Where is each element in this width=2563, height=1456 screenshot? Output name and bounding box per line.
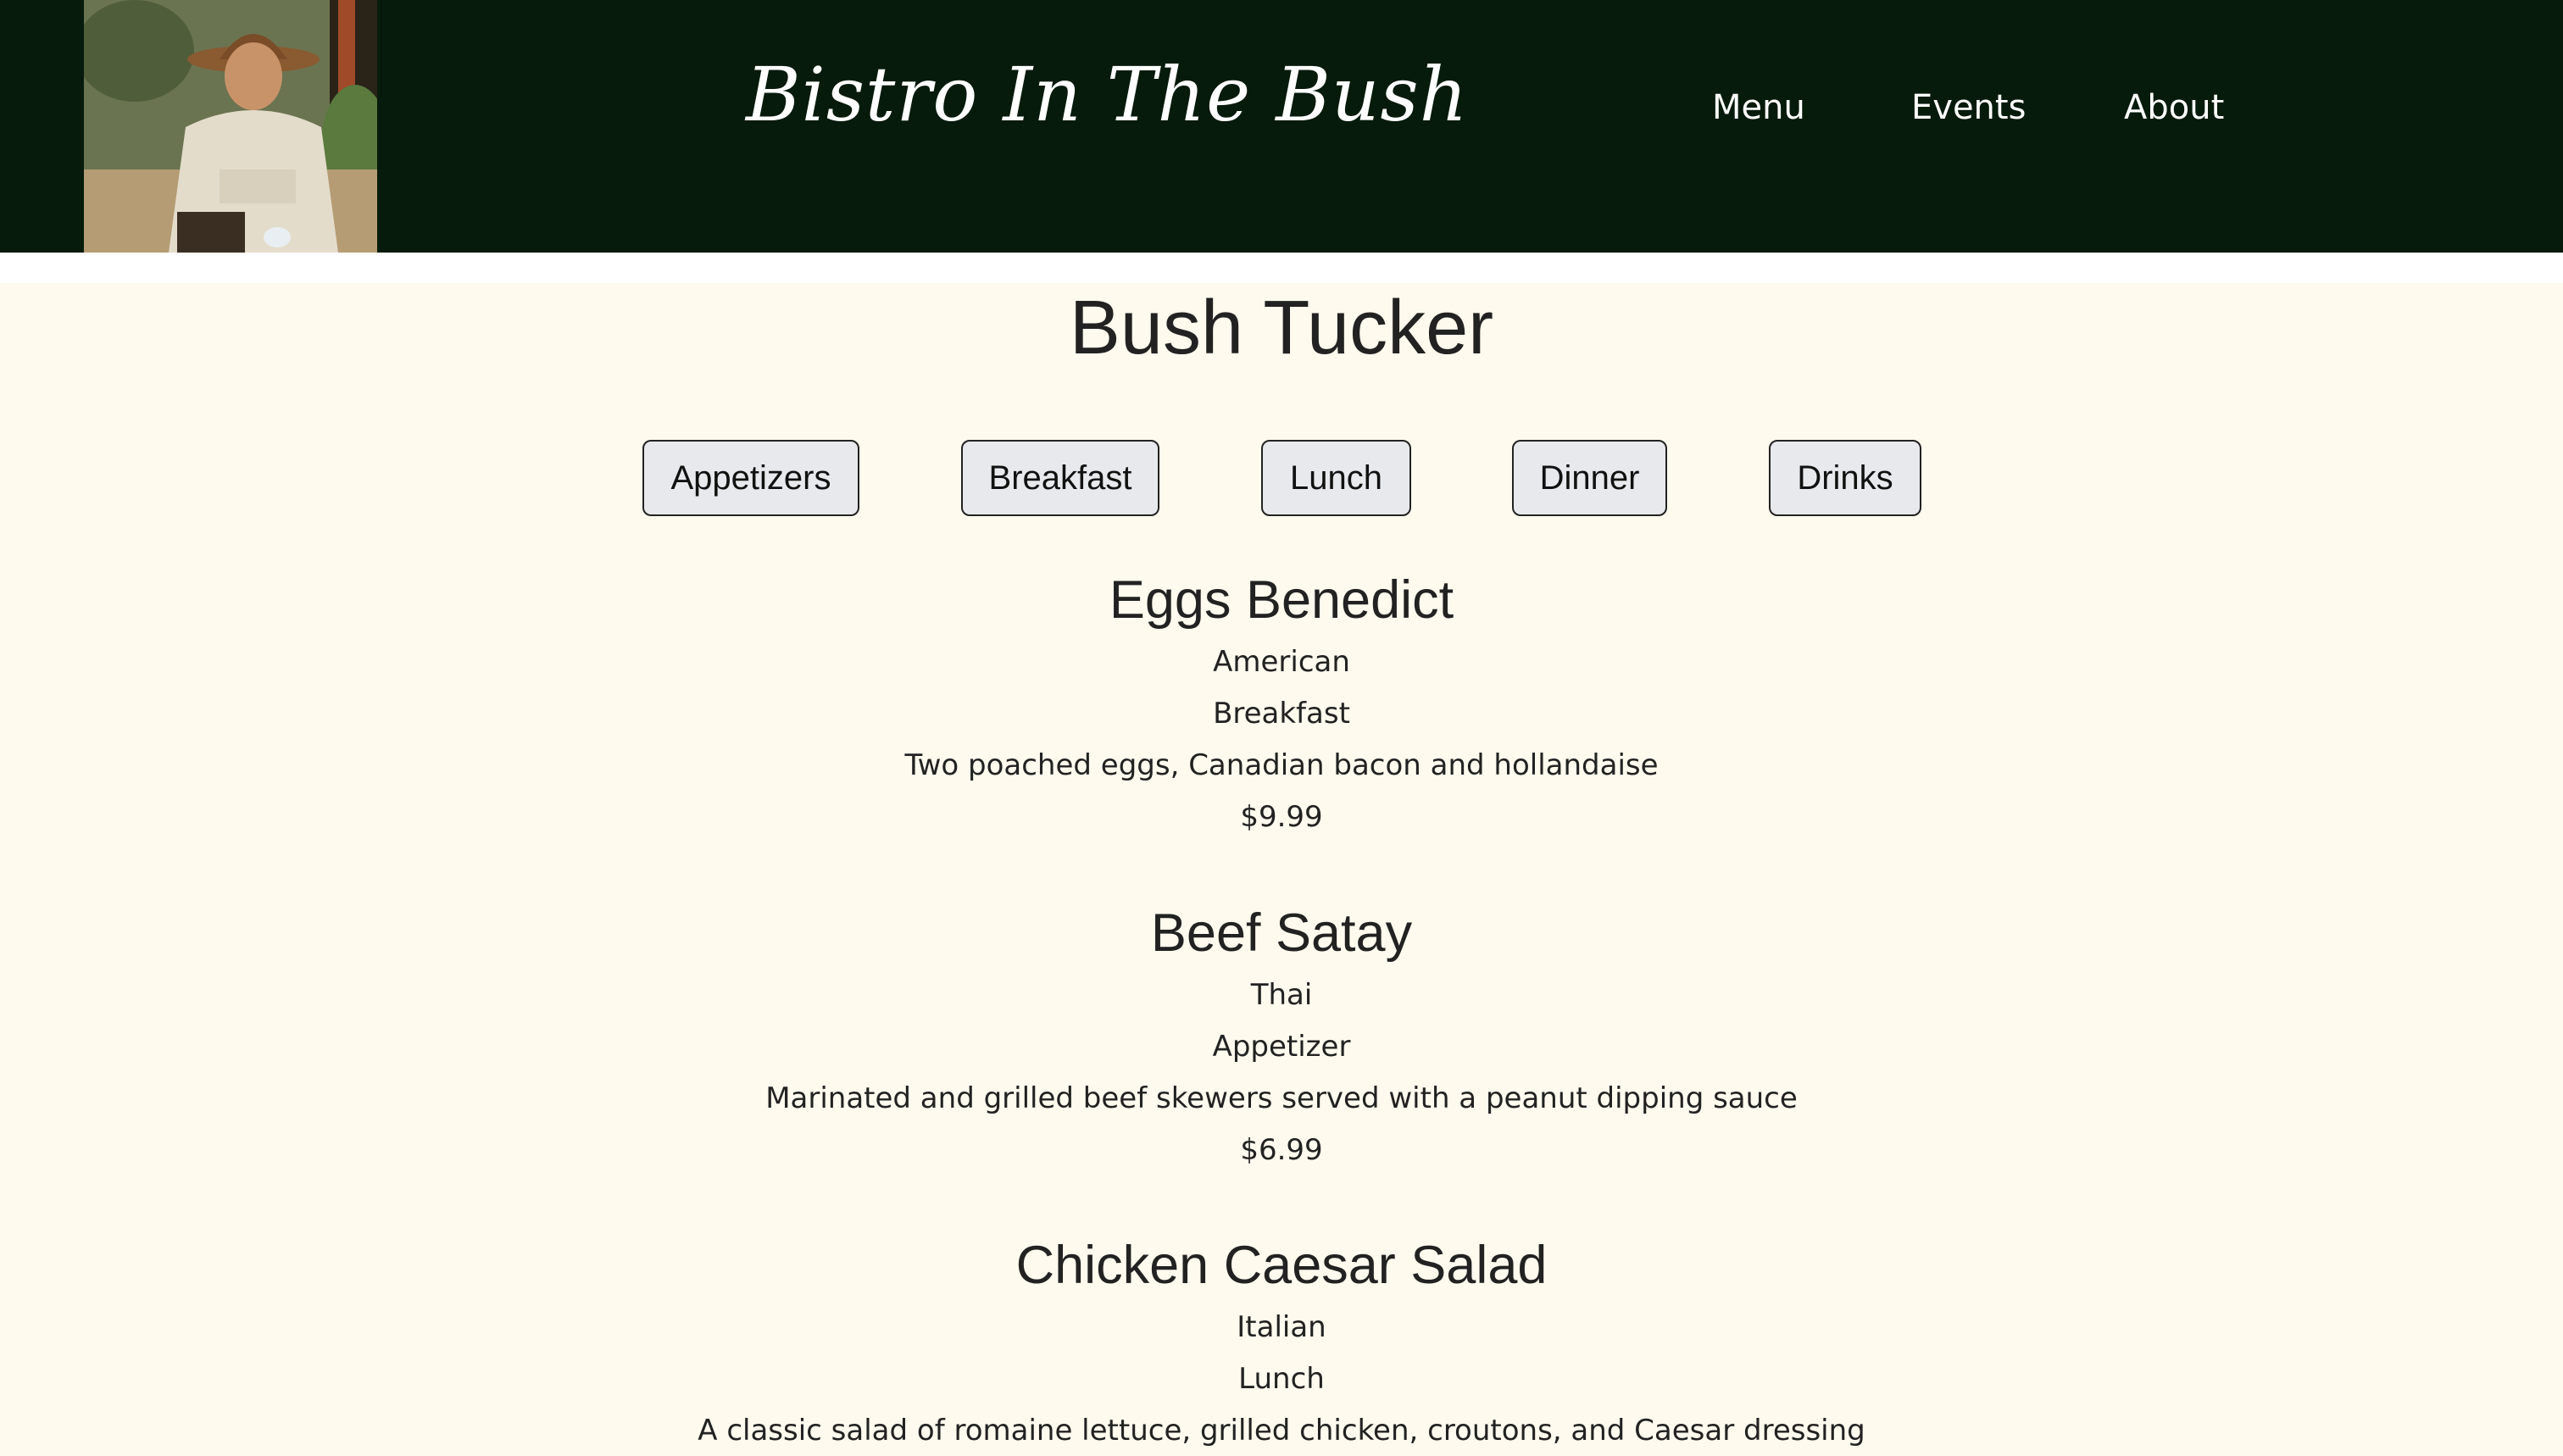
- menu-item: Chicken Caesar Salad Italian Lunch A cla…: [0, 1229, 2563, 1456]
- menu-item-description: Two poached eggs, Canadian bacon and hol…: [904, 748, 1659, 782]
- menu-item-price: $6.99: [1240, 1133, 1323, 1167]
- menu-item-category: Lunch: [1238, 1362, 1325, 1396]
- menu-item-cuisine: Italian: [1237, 1310, 1326, 1344]
- menu-item-description: A classic salad of romaine lettuce, gril…: [698, 1414, 1865, 1448]
- menu-item-name: Beef Satay: [1150, 903, 1413, 963]
- menu-item-category: Appetizer: [1212, 1030, 1351, 1064]
- menu-list: Eggs Benedict American Breakfast Two poa…: [0, 0, 2563, 1456]
- menu-item-name: Chicken Caesar Salad: [1015, 1236, 1548, 1295]
- menu-item-cuisine: American: [1213, 645, 1350, 679]
- menu-item-name: Eggs Benedict: [1109, 570, 1454, 630]
- menu-item-cuisine: Thai: [1250, 978, 1313, 1012]
- menu-item: Eggs Benedict American Breakfast Two poa…: [0, 564, 2563, 843]
- menu-item-description: Marinated and grilled beef skewers serve…: [765, 1081, 1798, 1115]
- menu-item-category: Breakfast: [1213, 697, 1350, 731]
- menu-item-price: $9.99: [1240, 800, 1323, 834]
- menu-item: Beef Satay Thai Appetizer Marinated and …: [0, 897, 2563, 1176]
